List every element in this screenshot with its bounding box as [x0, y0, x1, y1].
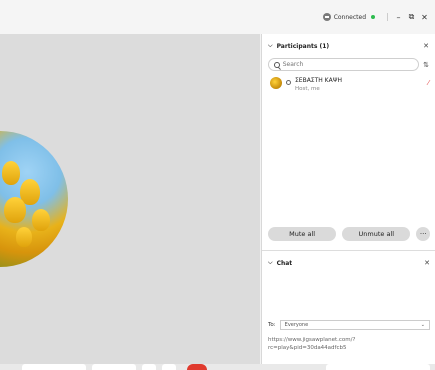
audio-button[interactable] — [22, 364, 86, 370]
avatar — [270, 77, 282, 89]
chevron-down-icon: ⌄ — [420, 322, 425, 328]
to-label: To: — [268, 322, 276, 328]
mic-off-icon[interactable]: ⁄ — [428, 79, 429, 87]
participants-title: Participants (1) — [276, 42, 330, 50]
meeting-controls-bar — [0, 364, 435, 370]
close-chat-button[interactable]: ✕ — [424, 259, 430, 267]
chevron-down-icon[interactable]: ⌵ — [268, 42, 273, 50]
share-button[interactable] — [142, 364, 156, 370]
mute-controls: Mute all Unmute all ··· — [262, 222, 435, 246]
window-controls: – ⧉ ✕ — [383, 12, 431, 22]
participant-name: ΣΕΒΑΣΤΗ ΚΑΨΗ — [295, 77, 342, 84]
separator — [387, 13, 388, 21]
connection-status[interactable]: Connected — [322, 13, 375, 21]
panel-toggle-button[interactable] — [326, 364, 430, 370]
participants-search-row: ⇅ — [262, 58, 435, 71]
video-stage — [0, 34, 260, 364]
participant-role: Host, me — [295, 86, 320, 92]
participant-avatar-large — [0, 131, 68, 267]
close-participants-button[interactable]: ✕ — [423, 42, 429, 50]
chat-title: Chat — [276, 259, 293, 267]
search-icon — [274, 61, 280, 68]
leave-button[interactable] — [187, 364, 207, 370]
participant-row[interactable]: ΣΕΒΑΣΤΗ ΚΑΨΗ Host, me ⁄ — [262, 71, 435, 92]
more-options-button[interactable]: ··· — [416, 227, 431, 241]
presence-icon — [286, 80, 291, 85]
chat-header: ⌵ Chat ✕ — [262, 251, 435, 275]
recipient-select[interactable]: Everyone ⌄ — [279, 320, 430, 330]
search-input[interactable] — [282, 61, 414, 68]
title-bar: Connected – ⧉ ✕ — [0, 0, 435, 34]
mute-all-button[interactable]: Mute all — [268, 227, 337, 241]
minimize-button[interactable]: – — [392, 13, 405, 22]
participants-header: ⌵ Participants (1) ✕ — [262, 34, 435, 58]
chat-recipient-row: To: Everyone ⌄ — [262, 320, 435, 330]
search-box[interactable] — [268, 58, 420, 71]
connected-indicator — [371, 15, 375, 19]
connection-label: Connected — [333, 13, 366, 21]
connection-icon — [322, 13, 331, 21]
restore-button[interactable]: ⧉ — [405, 12, 418, 22]
close-window-button[interactable]: ✕ — [418, 13, 431, 22]
more-button[interactable] — [162, 364, 176, 370]
recipient-value: Everyone — [284, 322, 309, 328]
side-panel: ⌵ Participants (1) ✕ ⇅ ΣΕΒΑΣΤΗ ΚΑΨΗ Host… — [261, 34, 435, 364]
chevron-down-icon[interactable]: ⌵ — [268, 259, 273, 267]
chat-input[interactable]: https://www.jigsawplanet.com/?rc=play&pi… — [268, 336, 428, 352]
unmute-all-button[interactable]: Unmute all — [342, 227, 411, 241]
sort-icon[interactable]: ⇅ — [423, 61, 429, 69]
video-button[interactable] — [92, 364, 136, 370]
